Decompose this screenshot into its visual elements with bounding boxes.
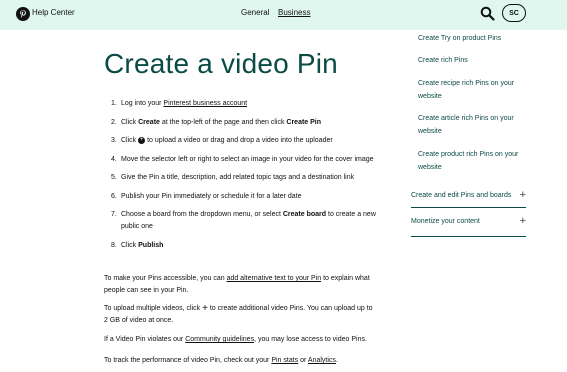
top-header: Help Center General Business SC [0, 0, 567, 30]
expand-plus-icon[interactable]: + [520, 189, 526, 201]
analytics-link[interactable]: Analytics [308, 357, 336, 364]
sidebar-section-create-edit[interactable]: Create and edit Pins and boards + [411, 189, 526, 201]
divider [411, 236, 526, 237]
divider [411, 207, 526, 208]
step-2: 2. Click Create at the top-left of the pa… [111, 118, 322, 126]
pin-stats-link[interactable]: Pin stats [271, 357, 298, 364]
sidebar-item-try-on[interactable]: Create Try on product Pins [418, 32, 530, 45]
guidelines-paragraph: If a Video Pin violates our Community gu… [104, 336, 367, 343]
sidebar-item-recipe[interactable]: Create recipe rich Pins on your website [418, 77, 530, 103]
community-guidelines-link[interactable]: Community guidelines [185, 336, 254, 343]
business-account-link[interactable]: Pinterest business account [163, 100, 247, 107]
steps-list: 1. Log into your Pinterest business accou… [111, 98, 376, 258]
nav-business[interactable]: Business [278, 8, 310, 17]
step-1: 1. Log into your Pinterest business accou… [111, 100, 248, 107]
alt-text-link[interactable]: add alternative text to your Pin [227, 275, 322, 282]
sidebar-section-monetize[interactable]: Monetize your content + [411, 215, 526, 227]
avatar[interactable]: SC [502, 4, 526, 22]
step-4: 4. Move the selector left or right to sel… [111, 155, 374, 163]
step-5: 5. Give the Pin a title, description, add… [111, 174, 355, 181]
nav-general[interactable]: General [241, 8, 269, 17]
step-3: 3. Click + to upload a video or drag and … [111, 136, 333, 144]
performance-paragraph: To track the performance of video Pin, c… [104, 357, 338, 364]
expand-plus-icon[interactable]: + [520, 215, 526, 227]
search-icon[interactable] [480, 6, 495, 21]
sidebar-item-product[interactable]: Create product rich Pins on your website [418, 148, 530, 174]
accessibility-paragraph: To make your Pins accessible, you can ad… [104, 275, 370, 294]
multiple-videos-paragraph: To upload multiple videos, click + to cr… [104, 303, 373, 325]
help-center-link[interactable]: Help Center [32, 8, 75, 17]
step-6: 6. Publish your Pin immediately or schedu… [111, 192, 302, 200]
pinterest-logo-icon[interactable] [16, 7, 30, 21]
page-title: Create a video Pin [104, 48, 338, 79]
sidebar-item-article[interactable]: Create article rich Pins on your website [418, 112, 530, 138]
step-8: 8. Click Publish [111, 241, 164, 249]
step-7: 7. Choose a board from the dropdown menu,… [111, 211, 376, 230]
sidebar-item-rich-pins[interactable]: Create rich Pins [418, 54, 530, 67]
